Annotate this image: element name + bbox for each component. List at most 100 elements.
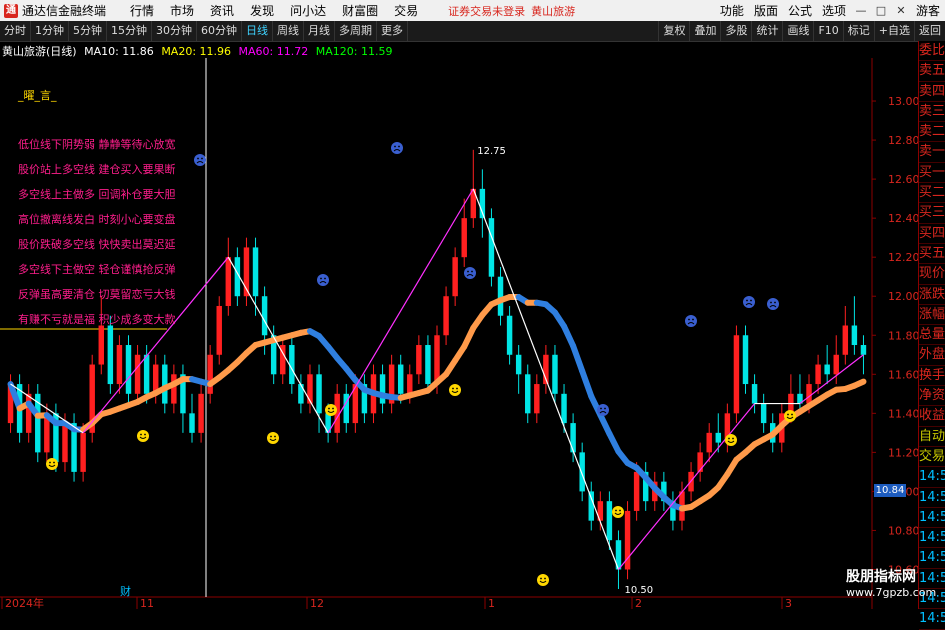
sell-signal-icon-4-face [597,404,609,416]
watermark: 股朋指标网 www.7gpzb.com [846,568,918,608]
period-tab-5[interactable]: 60分钟 [197,21,242,41]
sell-signal-icon-0-eye-l [197,158,199,160]
period-toolbar: 分时 1分钟 5分钟 15分钟 30分钟 60分钟 日线 周线 月线 多周期 更… [0,21,945,42]
menu-options[interactable]: 选项 [822,2,846,19]
menu-wealth[interactable]: 财富圈 [342,2,378,19]
candle-body-58 [534,384,539,413]
period-tab-7[interactable]: 周线 [273,21,304,41]
annotation-line-5: 多空线下主做空 轻仓谨慎抢反弹 [18,262,176,276]
period-tab-6[interactable]: 日线 [242,21,273,41]
sell-signal-icon-3-face [464,267,476,279]
menu-function[interactable]: 功能 [720,2,744,19]
toolbar-right-7[interactable]: +自选 [874,21,914,41]
trend-band-seg-63 [573,346,582,371]
y-tick-label-0: 13.00 [888,95,918,108]
candle-body-6 [62,423,67,462]
candle-body-20 [189,413,194,433]
candle-body-27 [253,247,258,296]
zigzag-seg-3 [228,257,328,433]
watermark-title: 股朋指标网 [846,568,918,586]
period-tab-10[interactable]: 更多 [377,21,408,41]
buy-signal-icon-3-eye-l [328,408,330,410]
buy-signal-icon-1-eye-r [144,434,146,436]
period-tab-9[interactable]: 多周期 [335,21,377,41]
side-panel-item-18: 收益 [919,406,945,426]
menu-quotes[interactable]: 行情 [130,2,154,19]
candle-body-90 [824,365,829,375]
menu-trade[interactable]: 交易 [394,2,418,19]
y-tick-label-5: 12.00 [888,290,918,303]
buy-signal-icon-6-eye-r [619,510,621,512]
toolbar-right-4[interactable]: 画线 [782,21,813,41]
buy-signal-icon-6-face [612,506,624,518]
close-icon[interactable]: ✕ [893,3,909,19]
sell-signal-icon-0-face [194,154,206,166]
period-tab-8[interactable]: 月线 [304,21,335,41]
login-warning[interactable]: 证券交易未登录 [448,3,525,19]
menu-formula[interactable]: 公式 [788,2,812,19]
toolbar-right-0[interactable]: 复权 [658,21,689,41]
toolbar-right-2[interactable]: 多股 [720,21,751,41]
side-panel-item-19[interactable]: 自动 [919,427,945,447]
side-panel-item-14: 总量 [919,325,945,345]
candle-body-76 [697,452,702,472]
side-panel-item-12: 涨跌 [919,285,945,305]
menu-layout[interactable]: 版面 [754,2,778,19]
period-tab-2[interactable]: 5分钟 [69,21,107,41]
candle-body-2 [26,394,31,433]
side-panel-item-8: 买三 [919,203,945,223]
buy-signal-icon-4-face [449,384,461,396]
period-tab-4[interactable]: 30分钟 [152,21,197,41]
sell-signal-icon-5-face [685,315,697,327]
side-panel-item-17: 净资 [919,386,945,406]
minimize-icon[interactable]: — [853,3,869,19]
x-tick-label-1: 11 [140,597,154,609]
sell-signal-icon-2-face [317,274,329,286]
candle-body-8 [80,433,85,472]
x-tick-label-4: 2 [635,597,642,609]
candle-body-88 [806,384,811,404]
side-panel-item-24: 14:5 [919,528,945,548]
title-bar: 通 通达信金融终端 行情 市场 资讯 发现 问小达 财富圈 交易 证券交易未登录… [0,0,945,21]
toolbar-right-3[interactable]: 统计 [751,21,782,41]
candle-body-23 [217,306,222,355]
sell-signal-icon-2-eye-r [324,278,326,280]
annotation-line-1: 股价站上多空线 建仓买入要果断 [18,162,176,176]
period-tab-3[interactable]: 15分钟 [107,21,152,41]
candle-body-15 [144,355,149,394]
buy-signal-icon-2-face [267,432,279,444]
x-tick-label-0: 2024年 [5,596,44,609]
sell-signal-icon-3-eye-r [471,271,473,273]
guest-label[interactable]: 游客 [916,2,940,19]
toolbar-right-8[interactable]: 返回 [914,21,945,41]
toolbar-right-1[interactable]: 叠加 [689,21,720,41]
maximize-icon[interactable]: □ [873,3,889,19]
buy-signal-icon-5-face [537,574,549,586]
trend-band-seg-51 [464,328,473,347]
candle-body-80 [734,335,739,413]
side-panel-item-3: 卖三 [919,102,945,122]
ma20-label: MA20: 11.96 [161,45,231,58]
period-tab-1[interactable]: 1分钟 [31,21,69,41]
menu-market[interactable]: 市场 [170,2,194,19]
buy-signal-icon-8-face [784,410,796,422]
candle-body-78 [716,433,721,443]
trend-band-seg-67 [609,434,618,452]
menu-news[interactable]: 资讯 [210,2,234,19]
menu-ask[interactable]: 问小达 [290,2,326,19]
buy-signal-icon-7-eye-r [732,438,734,440]
menu-discover[interactable]: 发现 [250,2,274,19]
candle-body-34 [316,374,321,413]
side-panel-item-5: 卖一 [919,142,945,162]
toolbar-right-5[interactable]: F10 [813,21,842,41]
kline-chart[interactable]: 13.0012.8012.6012.4012.2012.0011.8011.60… [0,58,918,609]
side-panel-item-20[interactable]: 交易 [919,447,945,467]
buy-signal-icon-8-eye-l [787,414,789,416]
x-tick-label-3: 1 [488,597,495,609]
candle-body-12 [117,345,122,384]
candle-body-43 [398,365,403,394]
toolbar-right-6[interactable]: 标记 [843,21,874,41]
side-panel-item-2: 卖四 [919,82,945,102]
candle-body-13 [126,345,131,394]
period-tab-0[interactable]: 分时 [0,21,31,41]
